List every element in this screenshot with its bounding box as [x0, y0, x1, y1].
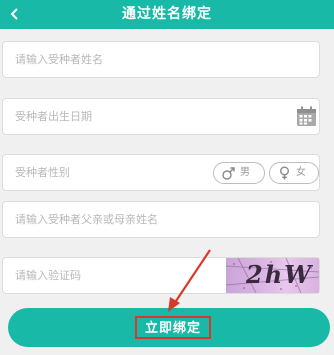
name-input[interactable]: 请输入受种者姓名 — [2, 41, 320, 78]
parent-name-input[interactable]: 请输入受种者父亲或母亲姓名 — [2, 201, 320, 238]
male-icon — [222, 167, 235, 180]
calendar-icon[interactable] — [296, 106, 317, 127]
captcha-text: 2hW — [246, 260, 314, 289]
captcha-placeholder: 请输入验证码 — [15, 269, 81, 282]
birthdate-input[interactable]: 受种者出生日期 — [2, 98, 320, 135]
female-icon — [280, 166, 289, 180]
gender-female-label: 女 — [296, 167, 306, 178]
gender-male-button[interactable]: 男 — [213, 162, 265, 184]
gender-female-button[interactable]: 女 — [269, 162, 319, 184]
page-title: 通过姓名绑定 — [122, 6, 212, 22]
gender-field: 受种者性别 男 女 — [2, 154, 320, 191]
gender-male-label: 男 — [240, 167, 250, 178]
header-bar: 通过姓名绑定 — [0, 0, 334, 29]
parent-name-placeholder: 请输入受种者父亲或母亲姓名 — [15, 213, 158, 226]
bind-now-label: 立即绑定 — [135, 316, 211, 339]
arrow-icon — [168, 249, 211, 312]
gender-label: 受种者性别 — [15, 166, 70, 179]
name-placeholder: 请输入受种者姓名 — [15, 53, 103, 66]
captcha-image[interactable]: 2hW — [226, 258, 319, 293]
birthdate-placeholder: 受种者出生日期 — [15, 110, 92, 123]
